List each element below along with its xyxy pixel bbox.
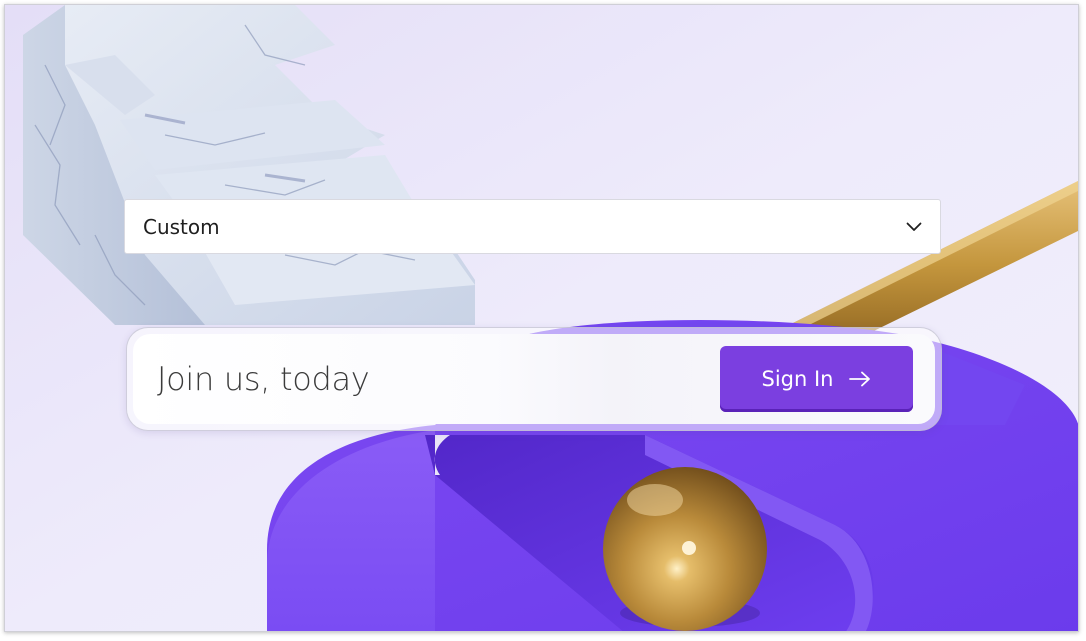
app-window: Custom Join us, today Sign In [4,4,1079,632]
join-tagline: Join us, today [157,360,370,398]
background-illustration [5,5,1078,631]
arrow-right-icon [849,371,871,387]
sign-in-label: Sign In [761,367,834,391]
gold-sphere [603,467,767,631]
sign-in-button[interactable]: Sign In [720,346,913,412]
signin-card: Join us, today Sign In [126,327,942,431]
dropdown-selected-value: Custom [143,214,220,239]
theme-dropdown[interactable]: Custom [124,199,941,254]
chevron-down-icon[interactable] [888,200,940,253]
signin-card-inner: Join us, today Sign In [133,334,935,424]
